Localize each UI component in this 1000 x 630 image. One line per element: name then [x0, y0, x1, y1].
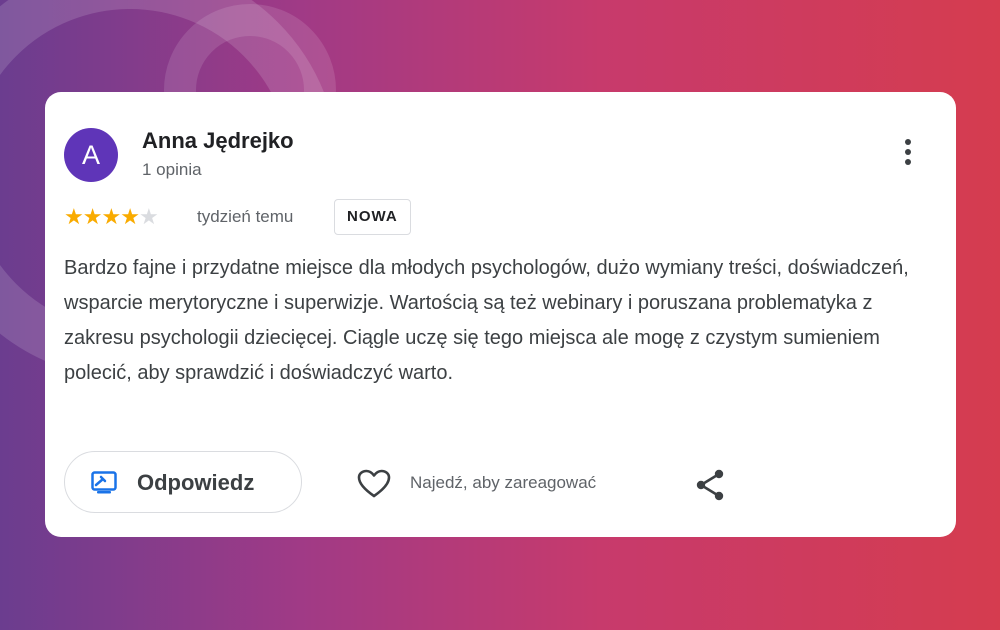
star-rating: ★★★★★: [64, 204, 159, 230]
star-empty-icon: ★: [138, 204, 159, 229]
more-vert-icon[interactable]: [898, 139, 918, 173]
review-count: 1 opinia: [142, 160, 202, 179]
share-icon[interactable]: [695, 469, 725, 501]
heart-icon[interactable]: [357, 469, 391, 499]
reply-label: Odpowiedz: [137, 470, 255, 495]
review-card: A Anna Jędrejko 1 opinia ★★★★★ tydzień t…: [45, 92, 956, 537]
review-text: Bardzo fajne i przydatne miejsce dla mło…: [64, 257, 909, 384]
star-filled-icon: ★: [101, 204, 121, 229]
reply-button[interactable]: Odpowiedz: [64, 451, 302, 513]
review-time: tydzień temu: [197, 207, 294, 226]
react-label[interactable]: Najedź, aby zareagować: [410, 473, 596, 493]
reply-icon: [91, 471, 117, 494]
avatar[interactable]: A: [64, 128, 118, 182]
star-filled-icon: ★: [82, 204, 103, 229]
author-name[interactable]: Anna Jędrejko: [142, 128, 294, 154]
star-filled-icon: ★: [64, 204, 84, 229]
new-badge: NOWA: [334, 199, 411, 235]
star-filled-icon: ★: [120, 204, 140, 229]
